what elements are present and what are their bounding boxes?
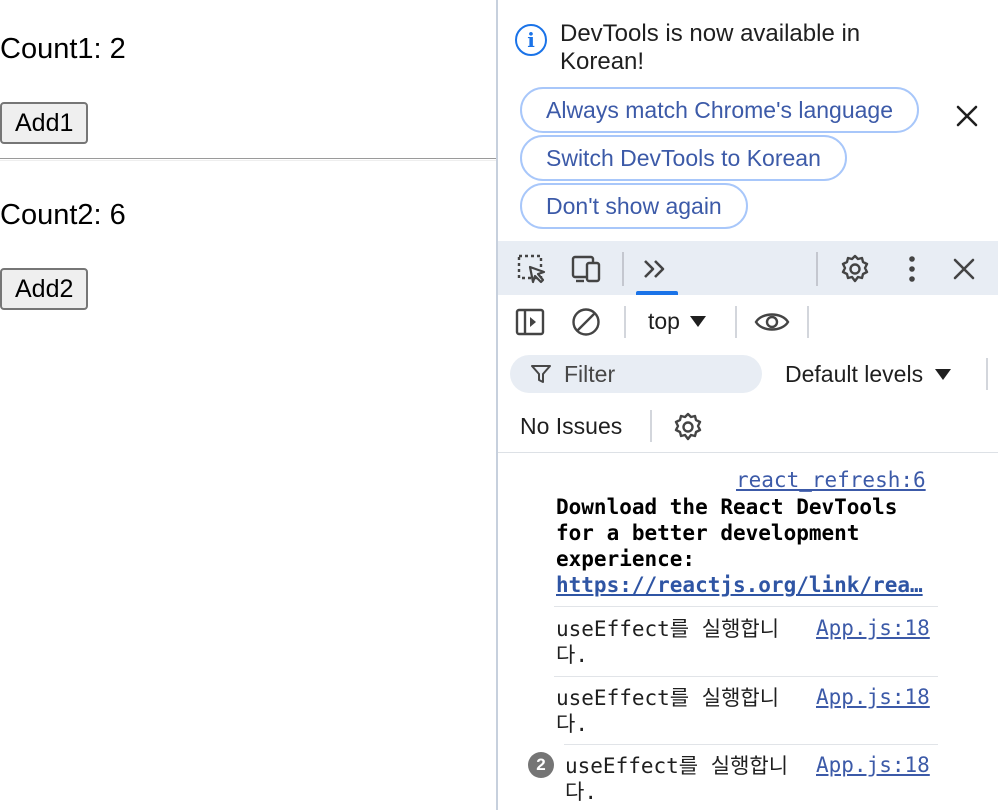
source-link[interactable]: App.js:18 <box>816 753 930 777</box>
dont-show-again-button[interactable]: Don't show again <box>520 183 748 229</box>
console-filter-input[interactable]: Filter <box>510 355 762 393</box>
console-settings-icon[interactable] <box>672 411 704 443</box>
toolbar-divider <box>622 252 624 286</box>
count1-label: Count1: 2 <box>0 33 126 65</box>
control-divider <box>650 410 652 442</box>
log-levels-label: Default levels <box>785 361 924 387</box>
console-control-bar <box>498 296 998 348</box>
info-icon: i <box>515 24 547 56</box>
control-divider <box>735 306 737 338</box>
infobar-message: DevTools is now available in Korean! <box>560 20 861 75</box>
more-tabs-icon[interactable] <box>640 253 672 285</box>
issues-counter[interactable]: No Issues <box>520 413 622 440</box>
log-levels-dropdown[interactable]: Default levels <box>785 361 952 388</box>
console-message: useEffect를 실행합니다. <box>556 617 780 667</box>
source-link[interactable]: App.js:18 <box>816 685 930 709</box>
context-label: top <box>648 308 680 334</box>
row-divider <box>564 744 938 745</box>
row-divider <box>554 676 938 677</box>
control-divider <box>986 358 988 390</box>
source-link[interactable]: react_refresh:6 <box>736 468 926 492</box>
console-message: useEffect를 실행합니다. <box>556 686 780 736</box>
close-icon[interactable] <box>952 101 982 131</box>
control-divider <box>807 306 809 338</box>
switch-to-korean-button[interactable]: Switch DevTools to Korean <box>520 135 847 181</box>
row-divider <box>554 606 938 607</box>
device-toolbar-icon[interactable] <box>570 253 602 285</box>
dropdown-arrow-icon <box>689 316 706 327</box>
language-infobar: i DevTools is now available in Korean! A… <box>498 0 998 241</box>
console-message: Download the React DevTools for a better… <box>556 494 956 598</box>
close-devtools-icon[interactable] <box>948 253 980 285</box>
active-tab-indicator <box>636 291 678 295</box>
source-link[interactable]: App.js:18 <box>816 616 930 640</box>
control-divider <box>624 306 626 338</box>
sidebar-toggle-icon[interactable] <box>514 306 546 338</box>
dropdown-arrow-icon <box>935 369 952 380</box>
page-content: Count1: 2 Add1 Count2: 6 Add2 <box>0 0 496 810</box>
count2-label: Count2: 6 <box>0 199 126 231</box>
console-message: useEffect를 실행합니다. <box>565 754 789 804</box>
repeat-count-badge: 2 <box>528 752 554 778</box>
add1-button[interactable]: Add1 <box>0 102 89 144</box>
filter-icon <box>531 365 551 383</box>
settings-icon[interactable] <box>839 253 871 285</box>
message-line: experience: <box>556 547 696 571</box>
clear-console-icon[interactable] <box>570 306 602 338</box>
react-devtools-link[interactable]: https://reactjs.org/link/rea… <box>556 572 942 598</box>
inspect-element-icon[interactable] <box>516 253 548 285</box>
message-line: for a better development <box>556 521 860 545</box>
more-options-icon[interactable] <box>896 253 928 285</box>
live-expression-eye-icon[interactable] <box>754 306 790 338</box>
add2-button[interactable]: Add2 <box>0 268 89 310</box>
always-match-language-button[interactable]: Always match Chrome's language <box>520 87 919 133</box>
toolbar-divider <box>816 252 818 286</box>
devtools-panel: i DevTools is now available in Korean! A… <box>496 0 998 810</box>
filter-placeholder: Filter <box>564 360 616 387</box>
devtools-toolbar <box>498 241 998 295</box>
horizontal-rule <box>0 158 496 161</box>
message-line: Download the React DevTools <box>556 495 898 519</box>
context-selector[interactable]: top <box>648 308 706 335</box>
